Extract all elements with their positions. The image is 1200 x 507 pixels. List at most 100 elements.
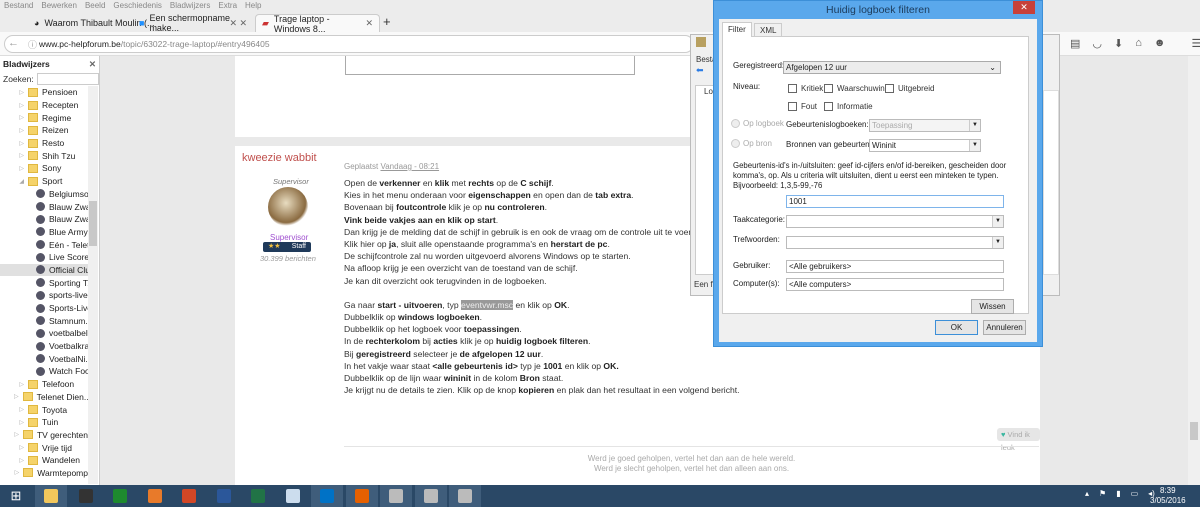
info-icon[interactable]: ⓘ xyxy=(28,38,37,51)
tab-xml[interactable]: XML xyxy=(754,23,783,37)
show-hidden-icons[interactable]: ▴ xyxy=(1085,489,1089,498)
posted-time-link[interactable]: Vandaag - 08:21 xyxy=(380,162,439,171)
battery-icon[interactable]: ▮ xyxy=(1116,489,1120,498)
radio-op-bron[interactable]: Op bron xyxy=(731,139,772,148)
taskbar-app[interactable] xyxy=(104,485,136,507)
tab-filter[interactable]: Filter xyxy=(722,22,752,37)
expand-arrow-icon[interactable]: ▷ xyxy=(14,89,24,96)
expand-arrow-icon[interactable]: ▷ xyxy=(14,444,24,451)
menu-bestand[interactable]: Bestand xyxy=(4,0,33,12)
home-icon[interactable]: ⌂ xyxy=(1135,37,1142,50)
expand-arrow-icon[interactable]: ▷ xyxy=(14,393,19,400)
ok-button[interactable]: OK xyxy=(935,320,978,335)
expand-arrow-icon[interactable]: ▷ xyxy=(14,152,24,159)
taskbar-app[interactable] xyxy=(139,485,171,507)
expand-arrow-icon[interactable]: ▷ xyxy=(14,431,19,438)
taskbar-app[interactable] xyxy=(414,485,447,507)
close-icon[interactable]: ✕ xyxy=(89,59,96,70)
taskbar-app[interactable] xyxy=(70,485,102,507)
bookmark-item[interactable]: Watch Foo... xyxy=(0,365,88,378)
bookmark-folder[interactable]: ▷ TV gerechten xyxy=(0,429,88,442)
expand-arrow-icon[interactable]: ▷ xyxy=(14,406,24,413)
expand-arrow-icon[interactable]: ▷ xyxy=(14,457,24,464)
bookmark-item[interactable]: voetbalbel... xyxy=(0,327,88,340)
expand-arrow-icon[interactable]: ▷ xyxy=(14,381,24,388)
bronnen-select[interactable]: Wininit ▼ xyxy=(869,139,981,152)
expand-arrow-icon[interactable]: ▷ xyxy=(14,140,24,147)
bookmark-item[interactable]: sports-live... xyxy=(0,289,88,302)
bookmark-item[interactable]: Sports-Livez xyxy=(0,302,88,315)
download-icon[interactable]: ⬇ xyxy=(1114,37,1123,50)
menu-bewerken[interactable]: Bewerken xyxy=(41,0,77,12)
taskbar-app[interactable] xyxy=(35,485,67,507)
tab-2[interactable]: ■ Een schermopname make... ✕ xyxy=(133,13,253,33)
bookmark-folder[interactable]: ▷ Tuin xyxy=(0,416,88,429)
bookmark-folder[interactable]: ▷ Resto xyxy=(0,137,88,150)
bookmark-folder[interactable]: ▷ Toyota xyxy=(0,403,88,416)
bookmark-item[interactable]: Blauw Zwa... xyxy=(0,200,88,213)
taskbar-app[interactable] xyxy=(345,485,378,507)
bookmark-item[interactable]: Stamnum... xyxy=(0,314,88,327)
page-scrollbar[interactable] xyxy=(1188,56,1200,485)
bookmark-item[interactable]: Eén - Telet... xyxy=(0,238,88,251)
bookmark-item[interactable]: VoetbalNi... xyxy=(0,352,88,365)
bookmark-search-input[interactable] xyxy=(36,73,99,85)
checkbox-kritiek[interactable]: Kritiek xyxy=(788,84,823,93)
taskbar-app[interactable] xyxy=(242,485,274,507)
trefwoorden-select[interactable]: ▼ xyxy=(786,236,1004,249)
expand-arrow-icon[interactable]: ▷ xyxy=(14,127,24,134)
gebruiker-input[interactable]: <Alle gebruikers> xyxy=(786,260,1004,273)
bookmark-folder[interactable]: ▷ Pensioen xyxy=(0,86,88,99)
clock[interactable]: 8:39 3/05/2016 xyxy=(1150,486,1186,506)
taakcategorie-select[interactable]: ▼ xyxy=(786,215,1004,228)
expand-arrow-icon[interactable]: ▷ xyxy=(14,469,20,476)
taskbar-app[interactable] xyxy=(173,485,205,507)
back-button[interactable]: ← xyxy=(8,37,19,49)
bookmark-item[interactable]: Official Clu... xyxy=(0,263,88,277)
hello-icon[interactable]: ☻ xyxy=(1154,37,1166,50)
bookmark-folder[interactable]: ▷ Wandelen xyxy=(0,454,88,467)
menu-bladwijzers[interactable]: Bladwijzers xyxy=(170,0,210,12)
taskbar-app[interactable] xyxy=(449,485,481,507)
expand-arrow-icon[interactable]: ▷ xyxy=(14,114,24,121)
radio-op-logboek[interactable]: Op logboek xyxy=(731,119,784,128)
bookmark-folder[interactable]: ▷ Vrije tijd xyxy=(0,441,88,454)
reading-list-icon[interactable]: ▤ xyxy=(1070,37,1080,50)
expand-arrow-icon[interactable]: ▷ xyxy=(14,102,24,109)
computer-input[interactable]: <Alle computers> xyxy=(786,278,1004,291)
close-button[interactable]: ✕ xyxy=(1013,1,1035,14)
tab-3-active[interactable]: ▰ Trage laptop - Windows 8... ✕ xyxy=(255,14,380,34)
logboeken-select[interactable]: Toepassing ▼ xyxy=(869,119,981,132)
bookmark-folder[interactable]: ▷ Telefoon xyxy=(0,378,88,391)
back-arrow-icon[interactable]: ⬅ xyxy=(696,65,704,76)
annuleren-button[interactable]: Annuleren xyxy=(983,320,1026,335)
checkbox-waarschuwing[interactable]: Waarschuwing xyxy=(824,84,889,93)
bookmark-item[interactable]: Blue Army ... xyxy=(0,226,88,239)
wissen-button[interactable]: Wissen xyxy=(971,299,1014,314)
menu-beeld[interactable]: Beeld xyxy=(85,0,105,12)
bookmark-folder[interactable]: ◢ Sport xyxy=(0,175,88,188)
start-button[interactable]: ⊞ xyxy=(0,485,32,507)
bookmark-folder[interactable]: ▷ Telenet Dien... xyxy=(0,391,88,404)
bookmark-item[interactable]: Belgiumso... xyxy=(0,188,88,201)
checkbox-uitgebreid[interactable]: Uitgebreid xyxy=(885,84,934,93)
tree-item[interactable]: Lo xyxy=(696,87,713,96)
menu-geschiedenis[interactable]: Geschiedenis xyxy=(113,0,161,12)
menu-help[interactable]: Help xyxy=(245,0,261,12)
close-tab-icon[interactable]: ✕ xyxy=(365,18,373,29)
sidebar-scrollbar[interactable] xyxy=(88,86,98,484)
bookmark-folder[interactable]: ▷ Shih Tzu xyxy=(0,149,88,162)
bookmark-item[interactable]: Live Score ... xyxy=(0,251,88,264)
menu-extra[interactable]: Extra xyxy=(218,0,237,12)
taskbar-app[interactable] xyxy=(277,485,309,507)
bookmark-folder[interactable]: ▷ Recepten xyxy=(0,99,88,112)
close-tab-icon[interactable]: ✕ xyxy=(239,18,247,29)
menu-icon[interactable]: ☰ xyxy=(1191,37,1200,50)
like-button[interactable]: ♥ Vind ik leuk xyxy=(997,428,1040,452)
checkbox-fout[interactable]: Fout xyxy=(788,102,817,111)
geregistreerd-select[interactable]: Afgelopen 12 uur ⌄ xyxy=(783,61,1001,74)
taskbar-app[interactable] xyxy=(380,485,412,507)
bookmark-item[interactable]: Sporting T... xyxy=(0,276,88,289)
url-bar[interactable]: www.pc-helpforum.be/topic/63022-trage-la… xyxy=(4,35,694,53)
flag-icon[interactable]: ⚑ xyxy=(1099,489,1106,498)
